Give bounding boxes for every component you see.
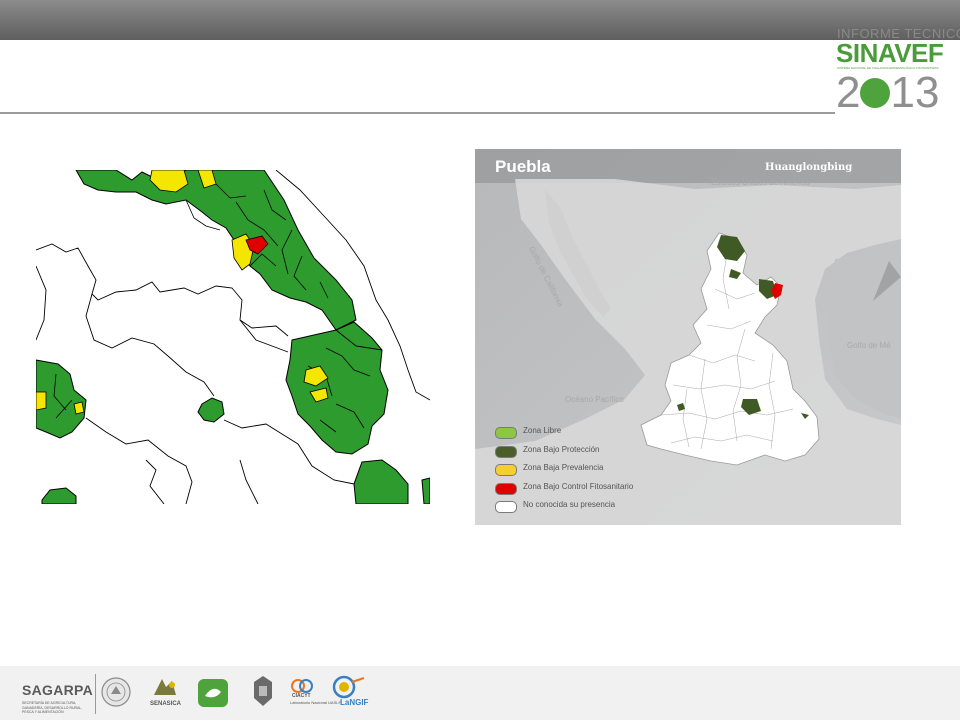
detail-map-svg [36,170,430,504]
brand-name: SINAVEF [836,38,944,68]
label-pacific: Océano Pacífico [565,395,624,404]
state-map-panel: Puebla Huanglongbing Estados Unidos de A… [475,149,901,525]
sagarpa-logo: SAGARPA SECRETARÍA DE AGRICULTURA, GANAD… [22,682,93,715]
mexico-seal-icon [101,677,131,707]
senasica-icon [154,679,176,695]
header-rule [0,112,835,114]
southeast-boundary [239,459,259,504]
ciacyt-label: CIACYT [292,693,311,699]
legend-label: Zona Libre [523,426,562,435]
map-subtitle: Huanglongbing [765,162,853,173]
top-bar [0,0,960,40]
brand-year: 2 13 [836,70,939,116]
langif-label: LaNGIF [340,698,369,707]
legend-swatch [495,464,517,476]
legend-label: No conocida su presencia [523,500,616,509]
legend-label: Zona Bajo Protección [523,444,600,454]
sinavef-logo: INFORME TECNICO SINAVEF SISTEMA NACIONAL… [834,26,960,118]
legend-label: Zona Bajo Control Fitosanitario [523,481,634,491]
legend-swatch [495,445,517,458]
small-green-island [197,397,225,423]
west-yellow-zone [36,391,47,411]
east-green-region [285,321,389,455]
sinavef-badge-icon [198,679,228,707]
footer-divider [95,674,96,714]
label-usa: Estados Unidos de América [711,178,810,187]
ciacyt-subtitle: Laboratorio Nacional UASLP [290,700,342,705]
east-edge-green [421,477,430,504]
footer-bar: SAGARPA SECRETARÍA DE AGRICULTURA, GANAD… [0,666,960,720]
legend-swatch [495,482,517,495]
legend-swatch [495,427,517,439]
legend-swatch [495,501,517,513]
pest-insect-icon [860,78,891,108]
west-yellow-dot [73,401,85,415]
state-boundary-south [85,417,193,504]
detail-map [36,170,430,504]
southeast-green-region [353,459,409,504]
year-left: 2 [836,68,861,117]
label-gulf-mexico: Golfo de Mé [847,341,891,350]
southwest-green-spot [41,487,77,504]
south-boundary [145,459,165,504]
langif-icon [332,675,365,699]
west-boundary [36,265,47,341]
sagarpa-name: SAGARPA [22,682,94,698]
sagarpa-subtitle: SECRETARÍA DE AGRICULTURA, GANADERÍA, DE… [22,701,83,714]
state-boundary-inner [85,293,215,397]
map-title: Puebla [495,157,551,176]
year-right: 13 [890,68,940,117]
senasica-label: SENASICA [150,701,182,707]
north-green-region [75,170,357,331]
uaslp-crest-icon [254,676,272,706]
legend-label: Zona Baja Prevalencia [523,463,604,472]
